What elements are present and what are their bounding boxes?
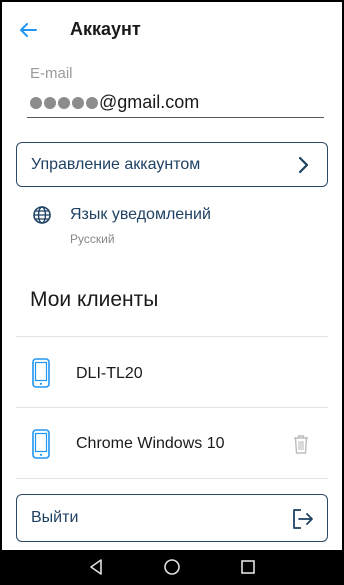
masked-email-dots bbox=[30, 96, 98, 109]
trash-icon[interactable] bbox=[292, 434, 310, 454]
notifications-language-title: Язык уведомлений bbox=[70, 206, 211, 223]
logout-label: Выйти bbox=[31, 509, 79, 526]
globe-icon bbox=[33, 206, 51, 224]
system-navigation-bar bbox=[2, 550, 342, 583]
clients-section-title: Мои клиенты bbox=[30, 288, 159, 311]
client-name: DLI-TL20 bbox=[76, 365, 143, 382]
email-label: E-mail bbox=[30, 65, 73, 82]
notifications-language-value: Русский bbox=[70, 232, 115, 246]
logout-button[interactable]: Выйти bbox=[16, 494, 328, 542]
back-button[interactable] bbox=[14, 16, 42, 44]
email-domain: @gmail.com bbox=[99, 92, 200, 112]
back-triangle-icon[interactable] bbox=[87, 558, 105, 576]
notifications-language-row[interactable]: Язык уведомлений Русский bbox=[2, 200, 342, 252]
app-header: Аккаунт bbox=[2, 2, 342, 58]
arrow-left-icon bbox=[20, 23, 37, 37]
client-name: Chrome Windows 10 bbox=[76, 435, 225, 452]
manage-account-label: Управление аккаунтом bbox=[31, 155, 201, 173]
recents-square-icon[interactable] bbox=[239, 558, 257, 576]
email-field[interactable]: @gmail.com bbox=[30, 92, 199, 113]
phone-icon bbox=[32, 429, 50, 459]
home-circle-icon[interactable] bbox=[163, 558, 181, 576]
client-item: Chrome Windows 10 bbox=[2, 408, 342, 478]
email-underline bbox=[27, 117, 324, 118]
manage-account-button[interactable]: Управление аккаунтом bbox=[16, 142, 328, 187]
divider bbox=[16, 478, 328, 479]
phone-icon bbox=[32, 358, 50, 388]
client-item: DLI-TL20 bbox=[2, 338, 342, 408]
chevron-right-icon bbox=[298, 156, 309, 174]
screen: Аккаунт E-mail @gmail.com Управление акк… bbox=[2, 2, 342, 583]
page-title: Аккаунт bbox=[70, 19, 141, 39]
divider bbox=[16, 336, 328, 337]
logout-icon bbox=[293, 509, 313, 529]
